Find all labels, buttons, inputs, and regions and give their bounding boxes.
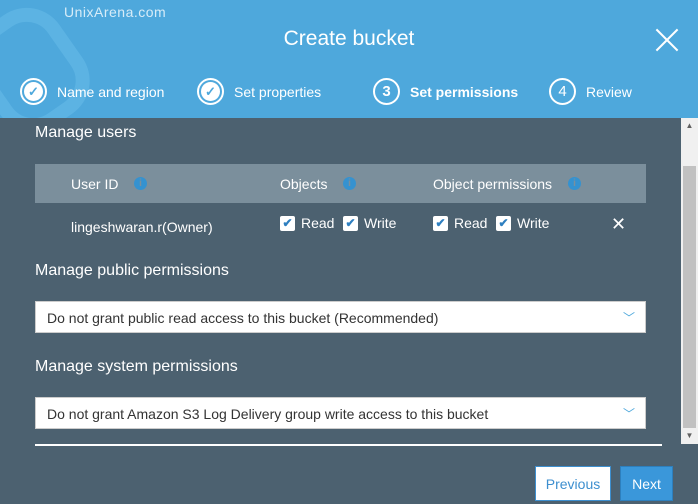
users-table-header: User ID i Objects i Object permissions i xyxy=(35,164,646,203)
step-label: Name and region xyxy=(57,83,165,100)
table-row: lingeshwaran.r(Owner) ✔ Read ✔ Write ✔ Read… xyxy=(35,205,646,245)
step-label: Set properties xyxy=(234,83,322,100)
system-permissions-select[interactable]: Do not grant Amazon S3 Log Delivery grou… xyxy=(35,397,646,429)
step-label: Set permissions xyxy=(410,83,519,100)
objects-write-checkbox[interactable]: ✔ Write xyxy=(343,215,396,231)
column-user-id: User ID xyxy=(71,176,119,192)
chevron-down-icon: ﹀ xyxy=(622,311,635,325)
check-icon: ✓ xyxy=(197,78,224,105)
step-review[interactable]: 4 Review xyxy=(549,78,632,105)
step-set-permissions[interactable]: 3 Set permissions xyxy=(373,78,518,105)
scroll-down-icon[interactable]: ▼ xyxy=(681,428,698,444)
previous-button[interactable]: Previous xyxy=(535,466,611,501)
objects-read-checkbox[interactable]: ✔ Read xyxy=(280,215,334,231)
column-object-permissions: Object permissions xyxy=(433,176,553,192)
info-icon[interactable]: i xyxy=(134,177,147,190)
modal-header: UnixArena.com Create bucket ✓ Name and re… xyxy=(0,0,698,118)
chevron-down-icon: ﹀ xyxy=(622,407,635,421)
next-button[interactable]: Next xyxy=(620,466,673,501)
scrollbar-thumb[interactable] xyxy=(683,166,696,428)
info-icon[interactable]: i xyxy=(568,177,581,190)
scroll-up-icon[interactable]: ▲ xyxy=(681,118,698,134)
info-icon[interactable]: i xyxy=(343,177,356,190)
divider xyxy=(35,444,662,446)
manage-users-heading: Manage users xyxy=(35,124,137,141)
step-number: 4 xyxy=(549,78,576,105)
step-name-and-region[interactable]: ✓ Name and region xyxy=(20,78,164,105)
watermark: UnixArena.com xyxy=(64,4,167,20)
check-icon: ✓ xyxy=(20,78,47,105)
step-set-properties[interactable]: ✓ Set properties xyxy=(197,78,321,105)
public-permissions-heading: Manage public permissions xyxy=(35,262,229,279)
step-number: 3 xyxy=(373,78,400,105)
close-icon[interactable] xyxy=(655,28,679,52)
scrollbar[interactable]: ▲ ▼ xyxy=(681,118,698,444)
step-label: Review xyxy=(586,83,632,100)
user-id: lingeshwaran.r(Owner) xyxy=(71,219,213,235)
column-objects: Objects xyxy=(280,176,328,192)
remove-user-icon[interactable]: ✕ xyxy=(611,214,626,235)
public-permissions-select[interactable]: Do not grant public read access to this … xyxy=(35,301,646,333)
system-permissions-heading: Manage system permissions xyxy=(35,358,238,375)
permissions-write-checkbox[interactable]: ✔ Write xyxy=(496,215,549,231)
permissions-read-checkbox[interactable]: ✔ Read xyxy=(433,215,487,231)
modal-title: Create bucket xyxy=(283,27,415,50)
